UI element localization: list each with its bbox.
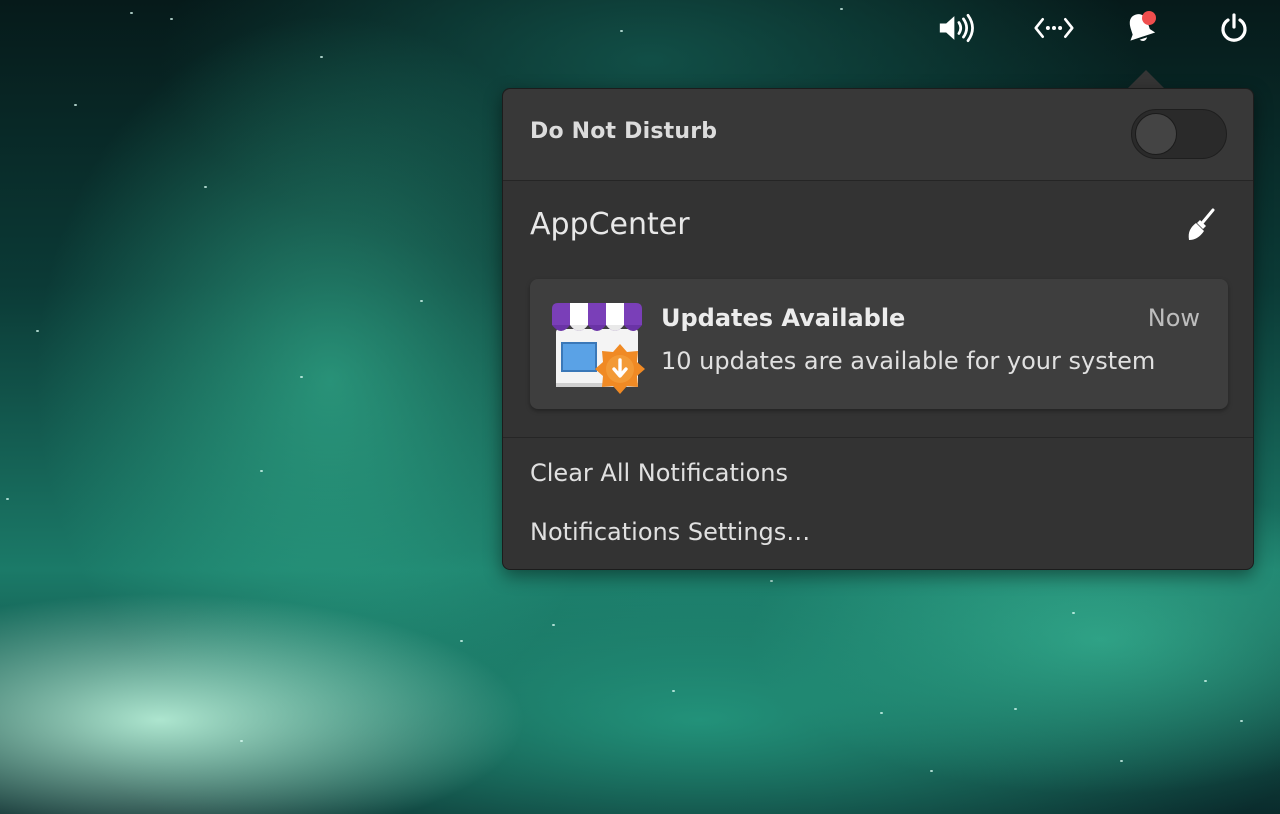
- clear-app-notifications-button[interactable]: [1183, 207, 1219, 243]
- menu-separator: [503, 437, 1253, 438]
- session-indicator[interactable]: [1214, 8, 1254, 48]
- network-wired-icon: [1034, 18, 1074, 38]
- notifications-indicator[interactable]: [1120, 8, 1160, 48]
- toggle-knob: [1135, 113, 1177, 155]
- notification-title: Updates Available: [661, 304, 906, 332]
- notification-body: 10 updates are available for your system: [661, 347, 1156, 375]
- notification-time: Now: [1147, 304, 1200, 332]
- app-group-title: AppCenter: [530, 207, 690, 242]
- broom-icon: [1188, 208, 1215, 240]
- unread-badge: [1142, 11, 1156, 25]
- do-not-disturb-row: Do Not Disturb: [503, 89, 1253, 181]
- popover-arrow: [1128, 70, 1164, 88]
- network-indicator[interactable]: [1034, 8, 1074, 48]
- do-not-disturb-label: Do Not Disturb: [530, 119, 718, 144]
- do-not-disturb-toggle[interactable]: [1131, 109, 1227, 159]
- notifications-popover: Do Not Disturb AppCenter Updates Availab…: [502, 88, 1254, 570]
- appcenter-store-icon: [552, 303, 645, 394]
- clear-all-notifications-item[interactable]: Clear All Notifications: [530, 459, 788, 487]
- power-icon: [1221, 13, 1247, 42]
- notifications-settings-item[interactable]: Notifications Settings…: [530, 518, 810, 546]
- notification-card[interactable]: Updates Available Now 10 updates are ava…: [530, 279, 1228, 409]
- speaker-volume-icon: [939, 13, 974, 43]
- sound-indicator[interactable]: [938, 8, 978, 48]
